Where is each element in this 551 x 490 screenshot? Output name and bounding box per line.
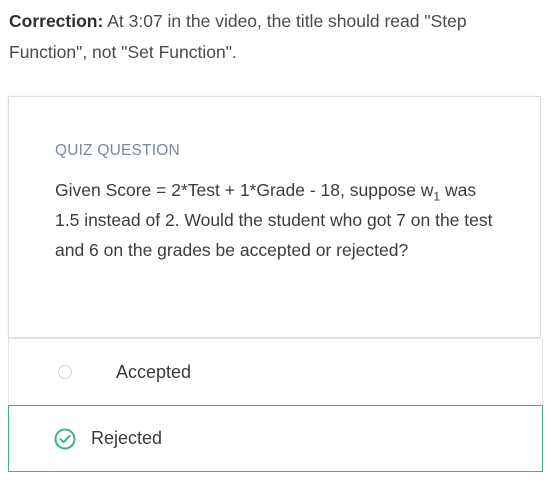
quiz-card: QUIZ QUESTION Given Score = 2*Test + 1*G… <box>8 96 541 338</box>
check-circle-icon <box>54 428 76 450</box>
correction-note: Correction: At 3:07 in the video, the ti… <box>9 6 529 68</box>
option-accepted[interactable]: Accepted <box>8 338 543 404</box>
quiz-heading: QUIZ QUESTION <box>55 142 180 159</box>
radio-unselected-icon[interactable] <box>58 365 72 379</box>
option-rejected[interactable]: Rejected <box>8 405 543 472</box>
question-part-1: Given Score = 2*Test + 1*Grade - 18, sup… <box>55 180 434 200</box>
option-label-rejected: Rejected <box>91 428 163 448</box>
quiz-question-text: Given Score = 2*Test + 1*Grade - 18, sup… <box>55 175 495 265</box>
correction-label: Correction: <box>9 11 104 31</box>
option-label-accepted: Accepted <box>116 362 192 382</box>
